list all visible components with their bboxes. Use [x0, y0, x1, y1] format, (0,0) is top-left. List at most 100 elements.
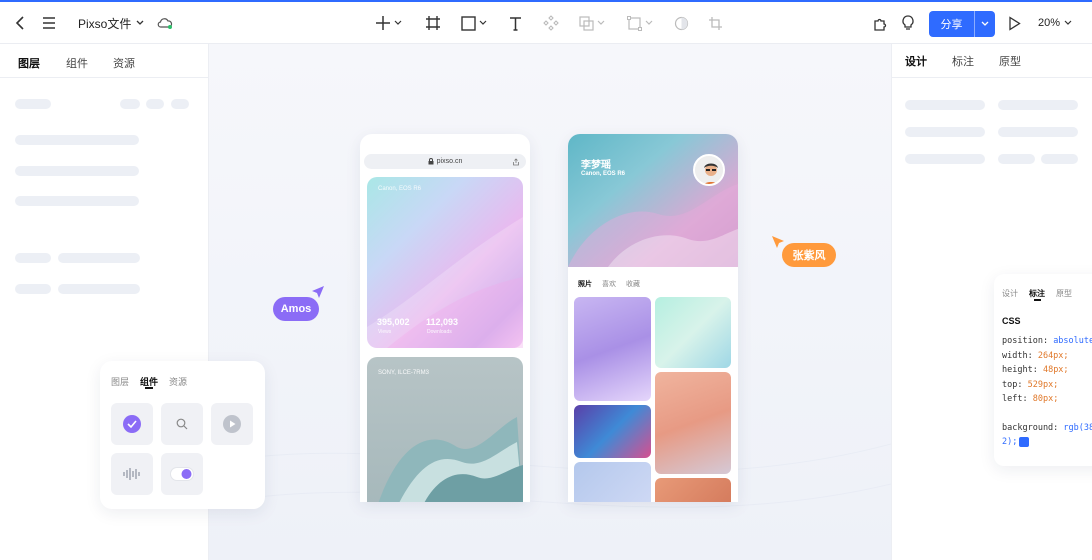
photo-card-sculpture[interactable]: SONY, ILCE-7RM3 — [367, 357, 523, 502]
zoom-dropdown[interactable]: 20% — [1038, 14, 1072, 32]
tab-favorites[interactable]: 收藏 — [626, 279, 640, 289]
property-placeholder — [998, 100, 1078, 110]
gallery-photo[interactable] — [655, 478, 731, 502]
component-search[interactable] — [161, 403, 203, 445]
rectangle-tool-button[interactable] — [458, 14, 490, 32]
card-caption: Canon, EOS R6 — [378, 186, 422, 192]
plus-icon — [375, 16, 390, 30]
property-placeholder — [998, 154, 1035, 164]
chevron-down-icon — [479, 20, 487, 25]
back-icon[interactable] — [12, 14, 30, 32]
mask-tool-icon[interactable] — [672, 14, 690, 32]
component-tool-icon[interactable] — [542, 14, 560, 32]
downloads-label: Downloads — [427, 329, 452, 335]
share-button[interactable]: 分享 — [929, 11, 995, 37]
component-checkbox[interactable] — [111, 403, 153, 445]
css-line: position: absolute; — [1002, 336, 1092, 346]
css-line: top: 529px; — [1002, 380, 1059, 390]
chevron-down-icon — [136, 20, 144, 25]
vector-icon — [627, 15, 642, 31]
layer-placeholder — [15, 99, 51, 109]
property-placeholder — [905, 154, 985, 164]
tab-prototype[interactable]: 原型 — [1056, 288, 1072, 299]
card-caption: SONY, ILCE-7RM3 — [378, 370, 429, 376]
collaborator-cursor-amos: Amos — [273, 297, 319, 321]
phone-frame-browse[interactable]: pixso.cn Canon, EOS R6 395,002 Views 112… — [360, 134, 530, 502]
css-line: height: 48px; — [1002, 365, 1069, 375]
gallery-photo[interactable] — [574, 462, 651, 502]
cursor-arrow-icon — [312, 286, 324, 298]
component-audio-wave[interactable] — [111, 453, 153, 495]
css-heading: CSS — [1002, 316, 1021, 326]
vector-tool-button[interactable] — [624, 14, 656, 32]
layer-placeholder — [15, 135, 139, 145]
css-line: width: 264px; — [1002, 351, 1069, 361]
avatar[interactable] — [693, 154, 725, 186]
css-code-panel[interactable]: 设计 标注 原型 CSS position: absolute; width: … — [994, 274, 1092, 466]
file-name-dropdown[interactable]: Pixso文件 — [78, 14, 145, 32]
property-placeholder — [998, 127, 1078, 137]
active-tab-indicator — [1034, 299, 1041, 301]
tab-design[interactable]: 设计 — [1002, 288, 1018, 299]
component-play[interactable] — [211, 403, 253, 445]
boolean-tool-button[interactable] — [576, 14, 608, 32]
views-value: 395,002 — [377, 317, 410, 327]
phone-frame-profile[interactable]: 李梦瑶 Canon, EOS R6 照片 喜欢 收藏 — [568, 134, 738, 502]
layer-placeholder — [15, 166, 139, 176]
share-icon[interactable] — [512, 157, 520, 166]
browser-url-bar[interactable]: pixso.cn — [364, 154, 526, 169]
tab-assets[interactable]: 资源 — [113, 55, 135, 71]
frame-tool-icon[interactable] — [424, 14, 442, 32]
chevron-down-icon — [394, 20, 401, 25]
gallery-photo[interactable] — [574, 297, 651, 401]
tab-layers[interactable]: 图层 — [18, 55, 40, 71]
chevron-down-icon — [597, 20, 605, 25]
property-placeholder — [905, 127, 985, 137]
component-toggle[interactable] — [161, 453, 203, 495]
soundwave-icon — [123, 468, 140, 480]
photo-card-gradient[interactable]: Canon, EOS R6 395,002 Views 112,093 Down… — [367, 177, 523, 348]
menu-icon[interactable] — [40, 14, 58, 32]
css-line: background: rgb(38 — [1002, 423, 1092, 433]
color-swatch[interactable] — [1019, 437, 1030, 447]
profile-camera: Canon, EOS R6 — [581, 171, 626, 177]
gallery-photo[interactable] — [655, 297, 731, 368]
check-circle-icon — [123, 415, 141, 433]
zoom-value: 20% — [1038, 17, 1061, 29]
chevron-down-icon[interactable] — [975, 21, 995, 27]
tab-likes[interactable]: 喜欢 — [602, 279, 616, 289]
plugin-icon[interactable] — [871, 14, 889, 32]
lightbulb-icon[interactable] — [899, 14, 917, 32]
file-name: Pixso文件 — [78, 16, 132, 31]
boolean-icon — [579, 15, 594, 31]
views-label: Views — [378, 329, 392, 335]
collaborator-name: 张紫风 — [792, 250, 826, 262]
tab-assets[interactable]: 资源 — [169, 375, 187, 388]
tab-photos[interactable]: 照片 — [578, 279, 592, 289]
property-placeholder — [905, 100, 985, 110]
gallery-photo[interactable] — [655, 372, 731, 474]
floating-components-card[interactable]: 图层 组件 资源 — [100, 361, 265, 509]
layer-placeholder — [15, 253, 51, 263]
text-tool-icon[interactable] — [506, 14, 524, 32]
add-tool-button[interactable] — [372, 14, 404, 32]
tab-design[interactable]: 设计 — [905, 53, 927, 69]
play-icon[interactable] — [1005, 14, 1023, 32]
toggle-switch-icon — [170, 467, 194, 481]
layer-placeholder — [146, 99, 164, 109]
crop-tool-icon[interactable] — [706, 14, 724, 32]
tab-inspect[interactable]: 标注 — [1029, 288, 1045, 299]
collaborator-cursor-zhang: 张紫风 — [782, 243, 836, 267]
tab-layers[interactable]: 图层 — [111, 375, 129, 388]
cursor-arrow-icon — [772, 236, 784, 248]
collaborator-name: Amos — [280, 303, 312, 315]
gallery-photo[interactable] — [574, 405, 651, 458]
layer-placeholder — [120, 99, 140, 109]
tab-prototype[interactable]: 原型 — [999, 53, 1021, 69]
tab-components[interactable]: 组件 — [66, 55, 88, 71]
tab-inspect[interactable]: 标注 — [952, 53, 974, 69]
share-label: 分享 — [940, 19, 963, 31]
active-tab-indicator — [145, 387, 153, 389]
chevron-down-icon — [1064, 20, 1072, 25]
layer-placeholder — [15, 284, 51, 294]
